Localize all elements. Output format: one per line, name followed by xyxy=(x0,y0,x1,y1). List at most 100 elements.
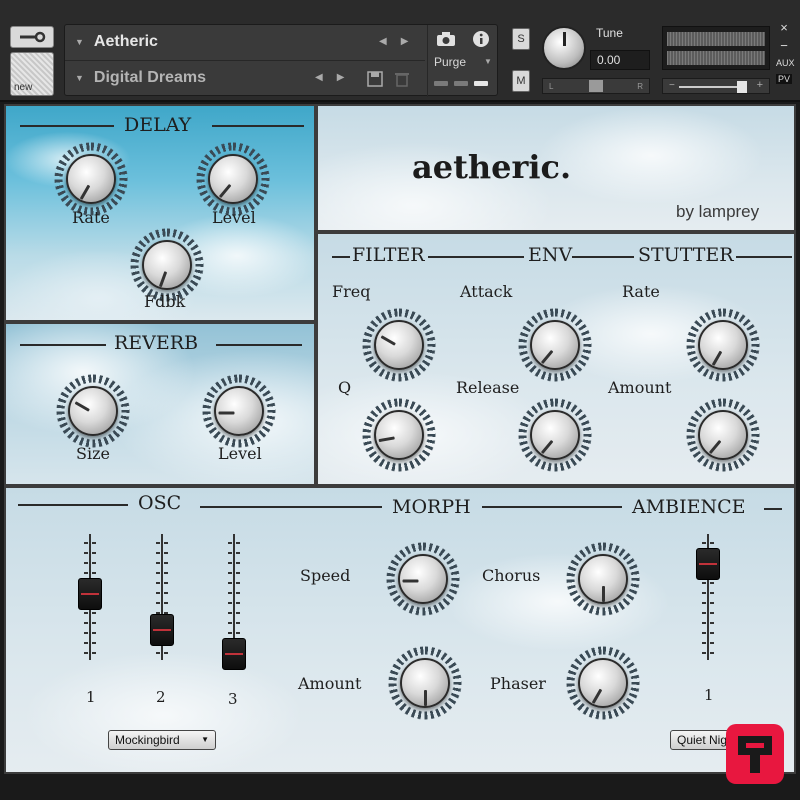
filter-title: FILTER xyxy=(352,244,425,266)
osc-slider-3-handle[interactable] xyxy=(222,638,246,670)
osc-slider-2[interactable] xyxy=(150,534,174,660)
ambience-slider-1-label: 1 xyxy=(704,686,714,704)
filter-rule-left xyxy=(332,256,350,258)
tune-knob[interactable] xyxy=(542,26,586,70)
pan-center-handle[interactable] xyxy=(589,80,603,92)
minimize-button[interactable]: − xyxy=(776,38,792,53)
ambience-title: AMBIENCE xyxy=(632,496,746,518)
morph-speed-knob[interactable] xyxy=(398,554,448,604)
morph-amount-knob[interactable] xyxy=(400,658,450,708)
trash-icon[interactable] xyxy=(395,71,409,87)
delay-title: DELAY xyxy=(124,114,192,136)
reverb-size-knob[interactable] xyxy=(68,386,118,436)
morph-amount-label: Amount xyxy=(298,674,362,693)
level-meter xyxy=(662,26,770,70)
brand-badge-icon xyxy=(726,724,784,784)
snapshot-nav-arrows-icon[interactable]: ◀▶ xyxy=(315,72,358,83)
delay-level-knob[interactable] xyxy=(208,154,258,204)
ambience-rule-right xyxy=(764,508,782,510)
delay-fdbk-knob[interactable] xyxy=(142,240,192,290)
wrench-button[interactable] xyxy=(10,26,54,48)
tune-value[interactable]: 0.00 xyxy=(590,50,650,70)
filter-q-knob[interactable] xyxy=(374,410,424,460)
reverb-rule-right xyxy=(216,344,302,346)
close-button[interactable]: × xyxy=(776,20,792,35)
snapshot-dropdown-icon[interactable]: ▼ xyxy=(75,73,84,83)
solo-button[interactable]: S xyxy=(512,28,530,50)
morph-title: MORPH xyxy=(392,496,471,518)
oscillator-section: OSC MORPH AMBIENCE 1 2 3 Mockingbird ▼ S… xyxy=(4,486,796,774)
chorus-label: Chorus xyxy=(482,566,541,585)
osc-slider-1-handle[interactable] xyxy=(78,578,102,610)
reverb-level-label: Level xyxy=(218,444,262,463)
pan-slider[interactable]: L R xyxy=(542,78,650,94)
pv-button[interactable]: PV xyxy=(776,74,792,84)
osc-slider-1-label: 1 xyxy=(86,688,96,706)
purge-label[interactable]: Purge xyxy=(434,55,466,69)
reverb-title: REVERB xyxy=(114,332,199,354)
stutter-rate-label: Rate xyxy=(622,282,660,301)
stutter-rule-right xyxy=(736,256,792,258)
modulation-section: FILTER ENV STUTTER Freq Attack Rate Q Re… xyxy=(316,232,796,486)
osc-slider-1[interactable] xyxy=(78,534,102,660)
env-attack-label: Attack xyxy=(460,282,513,301)
stutter-amount-label: Amount xyxy=(608,378,672,397)
delay-rate-knob[interactable] xyxy=(66,154,116,204)
osc-preset-value: Mockingbird xyxy=(115,733,180,747)
info-icon[interactable] xyxy=(472,30,490,48)
snapshot-row[interactable]: ▼ Digital Dreams ◀▶ xyxy=(65,61,425,95)
delay-rule-right xyxy=(212,125,304,127)
morph-rule-right xyxy=(482,506,622,508)
filter-q-label: Q xyxy=(338,378,352,397)
led-3 xyxy=(474,81,488,86)
reverb-section: REVERB Size Level xyxy=(4,322,316,486)
kontakt-header: new ▼ Aetheric ◀▶ ▼ Digital Dreams ◀▶ Pu… xyxy=(0,0,800,102)
purge-dropdown-icon[interactable]: ▼ xyxy=(484,57,492,66)
ambience-slider-1-handle[interactable] xyxy=(696,548,720,580)
osc-slider-3[interactable] xyxy=(222,534,246,670)
stutter-amount-knob[interactable] xyxy=(698,410,748,460)
title-section: aetheric. by lamprey xyxy=(316,104,796,232)
delay-section: DELAY Rate Level Fdbk xyxy=(4,104,316,322)
tune-label: Tune xyxy=(596,26,623,40)
instrument-panel: ▼ Aetheric ◀▶ ▼ Digital Dreams ◀▶ Purge … xyxy=(64,24,499,97)
reverb-level-knob[interactable] xyxy=(214,386,264,436)
wrench-icon xyxy=(20,31,46,43)
new-instrument-button[interactable]: new xyxy=(10,52,54,96)
env-release-knob[interactable] xyxy=(530,410,580,460)
ambience-slider-1[interactable] xyxy=(696,534,720,660)
phaser-knob[interactable] xyxy=(578,658,628,708)
mute-button[interactable]: M xyxy=(512,70,530,92)
osc-slider-3-label: 3 xyxy=(228,690,238,708)
reverb-size-label: Size xyxy=(76,444,110,463)
instrument-name: Aetheric xyxy=(93,33,158,50)
filter-freq-knob[interactable] xyxy=(374,320,424,370)
filter-rule-right xyxy=(428,256,524,258)
instrument-dropdown-icon[interactable]: ▼ xyxy=(75,37,84,47)
save-icon[interactable] xyxy=(367,71,383,87)
stutter-rate-knob[interactable] xyxy=(698,320,748,370)
delay-rate-label: Rate xyxy=(72,208,110,227)
env-attack-knob[interactable] xyxy=(530,320,580,370)
osc-preset-dropdown[interactable]: Mockingbird ▼ xyxy=(108,730,216,750)
osc-slider-2-label: 2 xyxy=(156,688,166,706)
volume-minus-label: − xyxy=(669,80,675,91)
product-title: aetheric. xyxy=(412,148,572,186)
aux-button[interactable]: AUX xyxy=(776,58,795,68)
osc-slider-2-handle[interactable] xyxy=(150,614,174,646)
volume-handle[interactable] xyxy=(737,81,747,93)
instrument-tools: Purge ▼ xyxy=(427,25,499,97)
camera-icon[interactable] xyxy=(436,31,456,47)
delay-fdbk-label: Fdbk xyxy=(144,292,186,311)
volume-slider[interactable]: − + xyxy=(662,78,770,94)
delay-rule-left xyxy=(20,125,114,127)
env-rule-right xyxy=(572,256,634,258)
led-1 xyxy=(434,81,448,86)
pan-right-label: R xyxy=(637,82,643,91)
instrument-body: DELAY Rate Level Fdbk aetheric. by lampr… xyxy=(4,104,796,774)
chorus-knob[interactable] xyxy=(578,554,628,604)
osc-preset-caret-icon: ▼ xyxy=(201,735,209,744)
instrument-row[interactable]: ▼ Aetheric ◀▶ xyxy=(65,25,425,59)
product-byline: by lamprey xyxy=(676,202,760,221)
instrument-nav-arrows-icon[interactable]: ◀▶ xyxy=(379,36,422,47)
